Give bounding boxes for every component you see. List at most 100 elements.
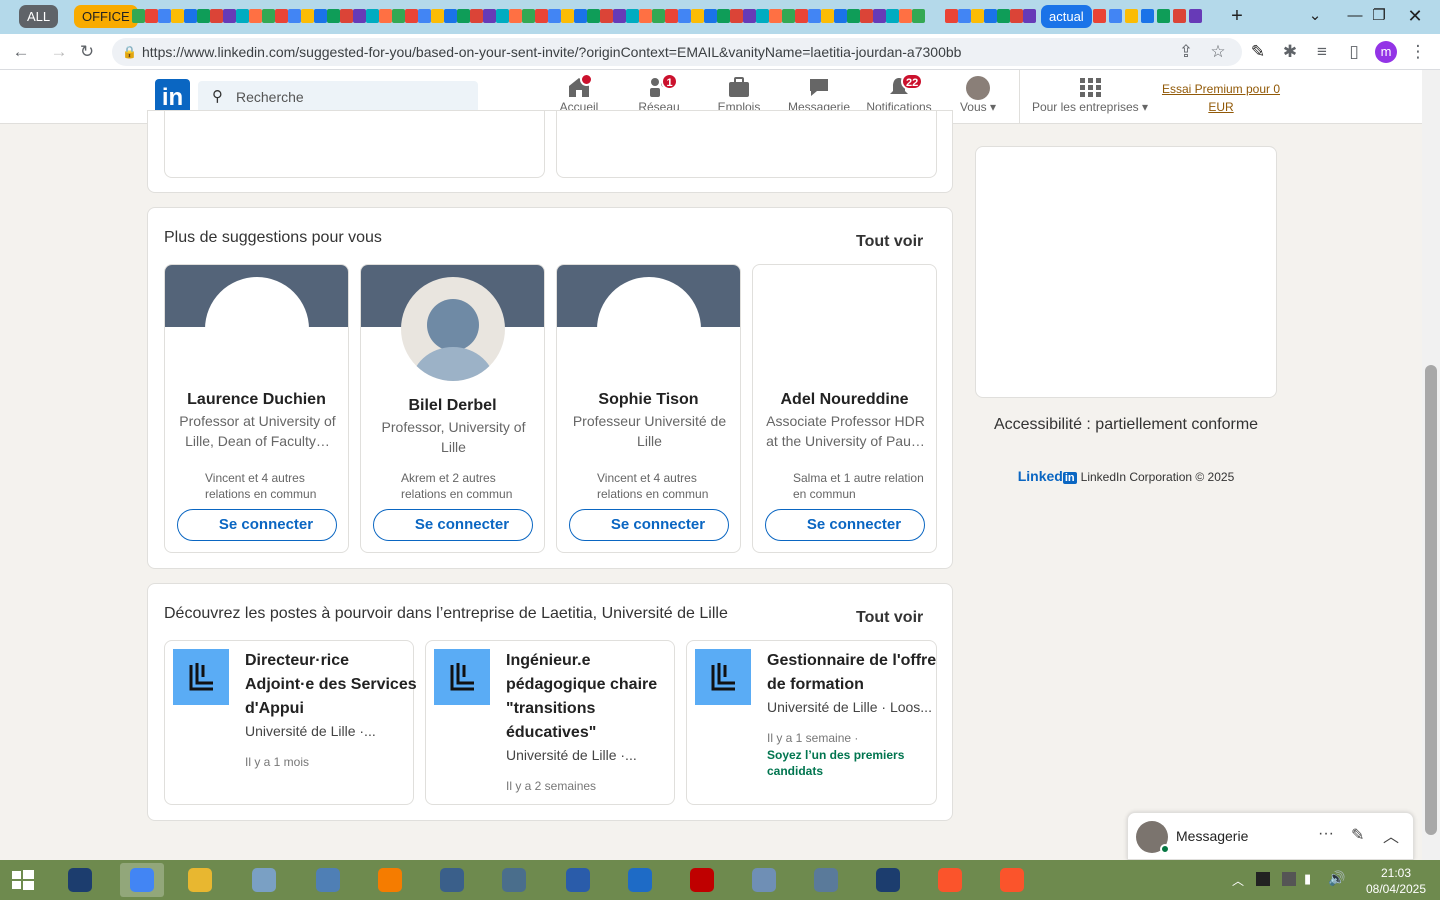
reload-icon[interactable]: ↻: [74, 40, 100, 64]
pinned-tab-favicon-icon[interactable]: [197, 9, 210, 23]
pinned-tab-favicon-icon[interactable]: [665, 9, 678, 23]
pinned-tab-favicon-icon[interactable]: [509, 9, 522, 23]
accessibility-link[interactable]: Accessibilité : partiellement conforme: [975, 416, 1277, 434]
pinned-tab-favicon-icon[interactable]: [652, 9, 665, 23]
person-card[interactable]: Bilel Derbel Professor, University of Li…: [360, 264, 545, 553]
person-name[interactable]: Laurence Duchien: [165, 391, 348, 409]
pinned-tab-favicon-icon[interactable]: [1109, 9, 1122, 23]
close-icon[interactable]: ✕: [1400, 4, 1430, 28]
pinned-tab-favicon-icon[interactable]: [626, 9, 639, 23]
connect-button[interactable]: Se connecter: [765, 509, 925, 541]
pinned-tab-favicon-icon[interactable]: [496, 9, 509, 23]
calculator-icon[interactable]: [306, 863, 350, 897]
paint-icon[interactable]: [242, 863, 286, 897]
forward-icon[interactable]: →: [46, 40, 72, 64]
pinned-tab-favicon-icon[interactable]: [470, 9, 483, 23]
system-clock[interactable]: 21:03 08/04/2025: [1356, 865, 1436, 897]
pinned-tab-favicon-icon[interactable]: [1093, 9, 1106, 23]
pinned-tab-favicon-icon[interactable]: [743, 9, 756, 23]
pinned-tab-favicon-icon[interactable]: [769, 9, 782, 23]
pinned-tab-favicon-icon[interactable]: [574, 9, 587, 23]
pinned-tab-favicon-icon[interactable]: [795, 9, 808, 23]
pinned-tab-favicon-icon[interactable]: [340, 9, 353, 23]
pinned-tab-favicon-icon[interactable]: [314, 9, 327, 23]
job-title[interactable]: Directeur·rice Adjoint·e des Services d'…: [245, 649, 420, 721]
pinned-tab-favicon-icon[interactable]: [847, 9, 860, 23]
snipping-icon[interactable]: [804, 863, 848, 897]
chrome-icon[interactable]: [120, 863, 164, 897]
suggestions-see-all[interactable]: Tout voir: [856, 233, 923, 251]
signal-icon[interactable]: ▮: [1304, 871, 1311, 887]
profile-avatar[interactable]: m: [1375, 41, 1397, 63]
pinned-tab-favicon-icon[interactable]: [379, 9, 392, 23]
nav-messaging[interactable]: Messagerie: [779, 76, 859, 114]
pinned-tab-favicon-icon[interactable]: [587, 9, 600, 23]
tab-group-office[interactable]: OFFICE: [74, 5, 138, 28]
tray-app-icon[interactable]: [1256, 872, 1270, 886]
pinned-tab-favicon-icon[interactable]: [782, 9, 795, 23]
pinned-tab-favicon-icon[interactable]: [535, 9, 548, 23]
tab-search-icon[interactable]: ⌄: [1300, 4, 1330, 28]
pinned-tab-favicon-icon[interactable]: [366, 9, 379, 23]
tab-group-actual[interactable]: actual: [1041, 5, 1092, 28]
pinned-tab-favicon-icon[interactable]: [353, 9, 366, 23]
defender-icon[interactable]: [58, 863, 102, 897]
chevron-up-icon[interactable]: ︿: [1383, 823, 1399, 847]
pinned-tab-favicon-icon[interactable]: [756, 9, 769, 23]
person-card[interactable]: Laurence Duchien Professor at University…: [164, 264, 349, 553]
filezilla-icon[interactable]: [680, 863, 724, 897]
document-icon[interactable]: [492, 863, 536, 897]
pinned-tab-favicon-icon[interactable]: [483, 9, 496, 23]
pinned-tab-favicon-icon[interactable]: [132, 9, 145, 23]
person-name[interactable]: Bilel Derbel: [361, 397, 544, 415]
pen-extension-icon[interactable]: ✎: [1245, 40, 1271, 64]
pinned-tab-favicon-icon[interactable]: [704, 9, 717, 23]
pinned-tab-favicon-icon[interactable]: [1157, 9, 1170, 23]
pinned-tab-favicon-icon[interactable]: [431, 9, 444, 23]
pinned-tab-favicon-icon[interactable]: [717, 9, 730, 23]
pinned-tab-favicon-icon[interactable]: [1010, 9, 1023, 23]
pinned-tab-favicon-icon[interactable]: [639, 9, 652, 23]
tasks-icon[interactable]: [368, 863, 412, 897]
scrollbar-thumb[interactable]: [1425, 365, 1437, 835]
pinned-tab-favicon-icon[interactable]: [561, 9, 574, 23]
pinned-tab-favicon-icon[interactable]: [984, 9, 997, 23]
pinned-tab-favicon-icon[interactable]: [392, 9, 405, 23]
pinned-tab-favicon-icon[interactable]: [548, 9, 561, 23]
connect-button[interactable]: Se connecter: [569, 509, 729, 541]
job-title[interactable]: Ingénieur.e pédagogique chaire "transiti…: [506, 649, 681, 745]
search-input[interactable]: ⚲ Recherche: [198, 81, 478, 113]
pinned-tab-favicon-icon[interactable]: [444, 9, 457, 23]
pinned-tab-favicon-icon[interactable]: [1023, 9, 1036, 23]
premium-link[interactable]: Essai Premium pour 0 EUR: [1160, 80, 1282, 116]
windows-start-icon[interactable]: [2, 863, 42, 897]
news-icon[interactable]: [430, 863, 474, 897]
pinned-tab-favicon-icon[interactable]: [158, 9, 171, 23]
pinned-tab-favicon-icon[interactable]: [405, 9, 418, 23]
pinned-tab-favicon-icon[interactable]: [327, 9, 340, 23]
brave-beta-icon[interactable]: [990, 863, 1034, 897]
pinned-tab-favicon-icon[interactable]: [301, 9, 314, 23]
linkedin-logo[interactable]: in: [155, 79, 190, 114]
extensions-icon[interactable]: ✱: [1277, 40, 1303, 64]
pinned-tab-favicon-icon[interactable]: [886, 9, 899, 23]
nav-me[interactable]: Vous ▾: [938, 76, 1018, 114]
nav-home[interactable]: Accueil: [539, 73, 619, 114]
tray-network-icon[interactable]: [1282, 872, 1296, 886]
new-tab-icon[interactable]: +: [1222, 4, 1252, 28]
pinned-tab-favicon-icon[interactable]: [210, 9, 223, 23]
pinned-tab-favicon-icon[interactable]: [145, 9, 158, 23]
pinned-tab-favicon-icon[interactable]: [184, 9, 197, 23]
pinned-tab-favicon-icon[interactable]: [600, 9, 613, 23]
person-name[interactable]: Adel Noureddine: [753, 391, 936, 409]
file-explorer-icon[interactable]: [178, 863, 222, 897]
nav-business[interactable]: Pour les entreprises ▾: [1028, 76, 1152, 114]
pinned-tab-favicon-icon[interactable]: [912, 9, 925, 23]
pinned-tab-favicon-icon[interactable]: [1125, 9, 1138, 23]
pinned-tab-favicon-icon[interactable]: [834, 9, 847, 23]
pinned-tab-favicon-icon[interactable]: [223, 9, 236, 23]
nav-network[interactable]: 1 Réseau: [619, 73, 699, 114]
maximize-icon[interactable]: ❐: [1364, 4, 1394, 28]
back-icon[interactable]: ←: [8, 40, 34, 64]
compose-icon[interactable]: ✎: [1351, 825, 1364, 845]
